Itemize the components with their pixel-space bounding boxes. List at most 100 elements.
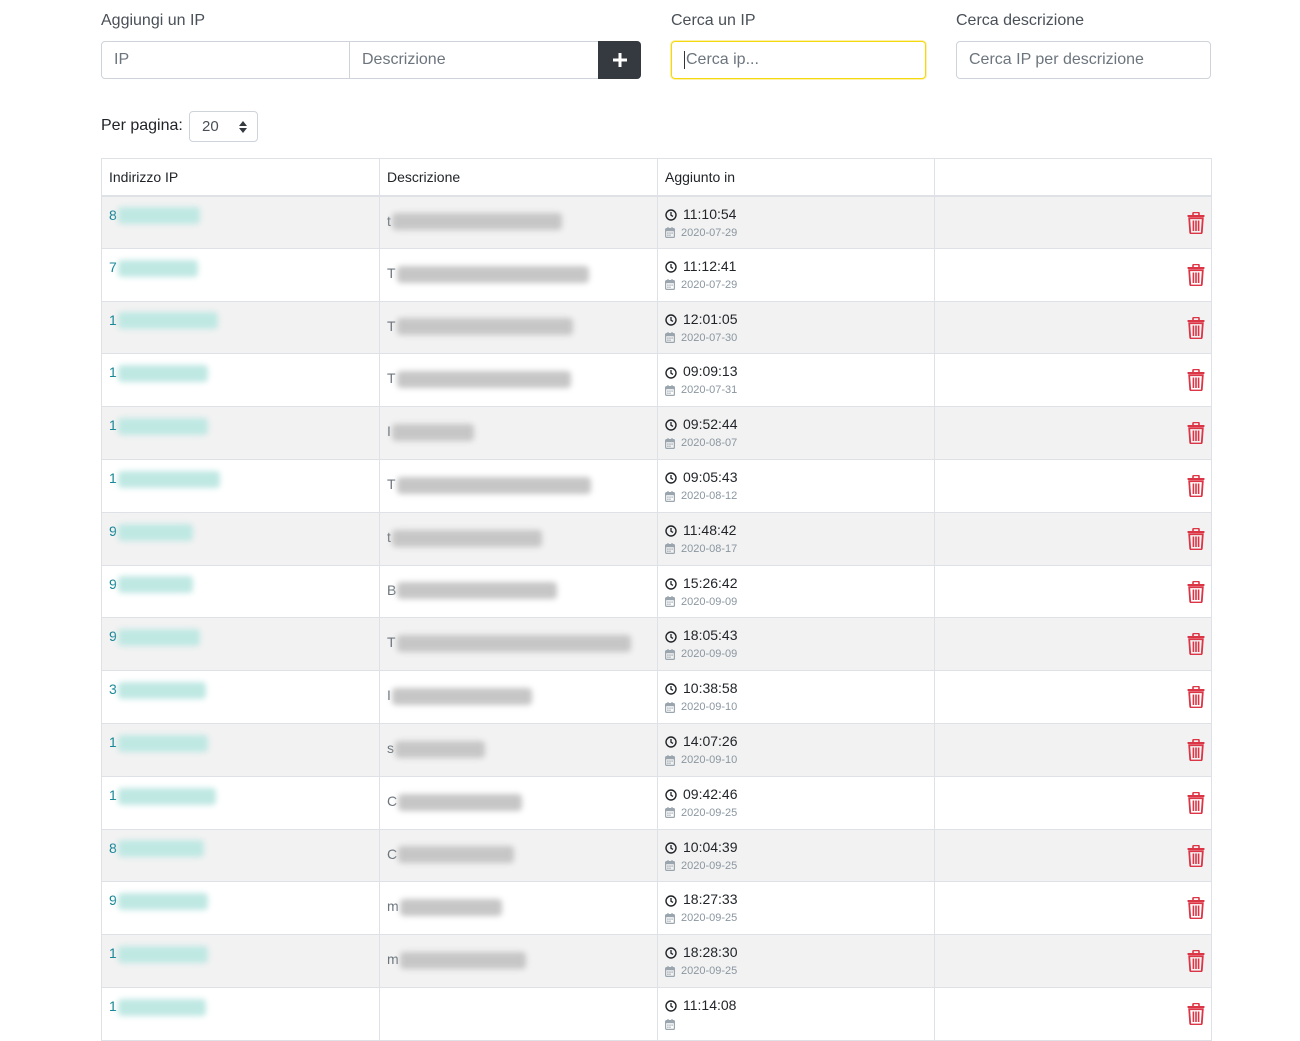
trash-icon[interactable] <box>1187 474 1205 498</box>
ip-address-text[interactable]: 7 <box>109 259 117 275</box>
time-text: 09:52:44 <box>683 416 738 433</box>
trash-icon[interactable] <box>1187 685 1205 709</box>
per-page-value: 20 <box>202 118 219 135</box>
trash-icon[interactable] <box>1187 738 1205 762</box>
ip-address-text[interactable]: 9 <box>109 523 117 539</box>
redacted-ip <box>117 576 193 594</box>
ip-cell: 1 <box>101 300 380 355</box>
per-page-select[interactable]: 20 <box>189 111 258 142</box>
table-row: 1 T 12:01:05 2020-07-30 <box>101 300 1212 355</box>
description-cell: I <box>379 406 658 460</box>
ip-cell: 1 <box>101 406 380 460</box>
trash-icon[interactable] <box>1187 211 1205 234</box>
actions-cell <box>934 353 1212 408</box>
search-description-input[interactable]: Cerca IP per descrizione <box>956 41 1211 79</box>
redacted-description <box>398 846 515 864</box>
ip-address-text[interactable]: 9 <box>109 628 117 644</box>
time-text: 09:09:13 <box>683 363 738 380</box>
ip-table: Indirizzo IP Descrizione Aggiunto in 8 t… <box>101 158 1212 1041</box>
description-input[interactable]: Descrizione <box>349 41 599 79</box>
actions-cell <box>934 881 1212 936</box>
description-cell: T <box>379 458 658 513</box>
date-text: 2020-08-07 <box>681 437 738 450</box>
trash-icon[interactable] <box>1187 263 1205 287</box>
trash-icon[interactable] <box>1187 633 1205 656</box>
ip-address-text[interactable]: 8 <box>109 840 117 856</box>
calendar-icon <box>665 965 675 977</box>
ip-address-text[interactable]: 1 <box>109 734 117 750</box>
ip-address-text[interactable]: 1 <box>109 470 117 486</box>
trash-icon[interactable] <box>1187 791 1205 815</box>
time-text: 09:05:43 <box>683 468 738 485</box>
date-text: 2020-07-29 <box>681 278 738 291</box>
header-ip-address: Indirizzo IP <box>101 158 380 197</box>
clock-icon <box>665 842 677 854</box>
time-line: 18:05:43 <box>665 627 927 644</box>
description-text: t <box>387 212 391 229</box>
clock-icon <box>665 894 677 907</box>
trash-icon[interactable] <box>1187 949 1205 973</box>
calendar-icon <box>665 860 675 872</box>
clock-icon <box>665 525 677 537</box>
added-at-cell: 09:52:44 2020-08-07 <box>657 406 935 460</box>
redacted-ip <box>117 787 216 805</box>
table-row: 1 C 09:42:46 2020-09-25 <box>101 775 1212 830</box>
time-line: 11:48:42 <box>665 522 927 539</box>
added-at-cell: 18:28:30 2020-09-25 <box>657 934 935 988</box>
ip-address-text[interactable]: 9 <box>109 576 117 592</box>
redacted-ip <box>117 893 208 911</box>
clock-icon <box>665 419 677 432</box>
table-row: 1 I 09:52:44 2020-08-07 <box>101 406 1212 460</box>
trash-icon[interactable] <box>1187 897 1205 920</box>
time-text: 11:48:42 <box>683 521 737 538</box>
description-cell: m <box>379 881 658 936</box>
ip-address-text[interactable]: 1 <box>109 998 117 1014</box>
redacted-ip <box>117 365 208 383</box>
calendar-icon <box>665 912 675 924</box>
added-at-cell: 15:26:42 2020-09-09 <box>657 564 935 619</box>
trash-icon[interactable] <box>1187 421 1205 445</box>
table-row: 1 T 09:09:13 2020-07-31 <box>101 353 1212 408</box>
actions-cell <box>934 617 1212 672</box>
ip-address-text[interactable]: 1 <box>109 312 117 328</box>
redacted-description <box>396 318 573 336</box>
trash-icon[interactable] <box>1187 1002 1205 1026</box>
date-line: 2020-07-29 <box>665 278 927 292</box>
calendar-icon <box>665 227 675 239</box>
ip-address-text[interactable]: 1 <box>109 787 117 803</box>
ip-address-text[interactable]: 9 <box>109 892 117 908</box>
ip-address-text[interactable]: 1 <box>109 364 117 380</box>
clock-icon <box>665 209 677 221</box>
ip-address-text[interactable]: 1 <box>109 945 117 961</box>
actions-cell <box>934 986 1212 1041</box>
trash-icon[interactable] <box>1187 527 1205 551</box>
trash-icon[interactable] <box>1187 580 1205 603</box>
date-text: 2020-09-25 <box>681 965 738 978</box>
description-cell: B <box>379 564 658 619</box>
actions-cell <box>934 300 1212 355</box>
ip-address-text[interactable]: 1 <box>109 417 117 433</box>
ip-address-text[interactable]: 8 <box>109 207 117 223</box>
ip-cell: 1 <box>101 353 380 408</box>
calendar-icon <box>665 701 675 713</box>
ip-address-text[interactable]: 3 <box>109 681 117 697</box>
table-row: 1 11:14:08 <box>101 986 1212 1041</box>
search-ip-input[interactable]: Cerca ip... <box>671 41 926 79</box>
ip-input[interactable]: IP <box>101 41 350 79</box>
trash-icon[interactable] <box>1187 844 1205 867</box>
description-text: I <box>387 687 391 704</box>
redacted-description <box>391 423 474 441</box>
actions-cell <box>934 406 1212 460</box>
table-row: 3 I 10:38:58 2020-09-10 <box>101 670 1212 724</box>
description-cell: m <box>379 934 658 988</box>
redacted-ip <box>117 998 206 1016</box>
add-ip-button[interactable] <box>598 41 641 79</box>
description-cell: t <box>379 195 658 249</box>
ip-cell: 1 <box>101 458 380 513</box>
redacted-ip <box>117 259 198 277</box>
trash-icon[interactable] <box>1187 369 1205 392</box>
table-row: 1 T 09:05:43 2020-08-12 <box>101 458 1212 513</box>
description-cell: T <box>379 247 658 302</box>
trash-icon[interactable] <box>1187 316 1205 339</box>
redacted-ip <box>117 523 193 541</box>
